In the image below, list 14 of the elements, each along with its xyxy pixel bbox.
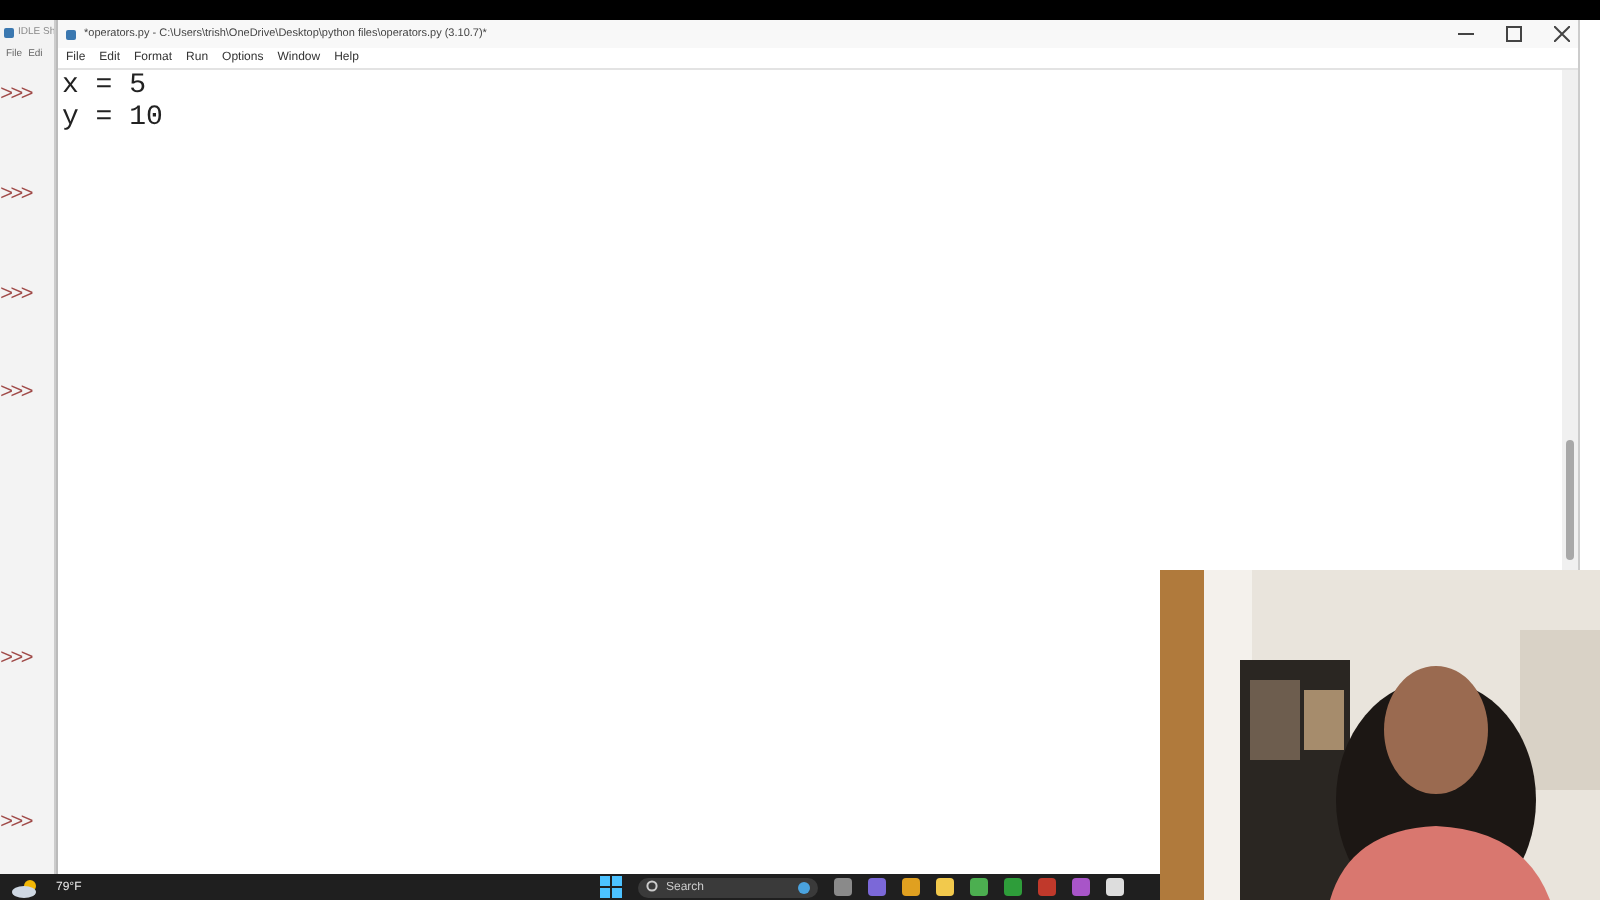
code-line: y = 10 [62, 102, 165, 134]
maximize-icon[interactable] [1506, 26, 1522, 42]
shell-prompt: >>> [0, 84, 34, 108]
shell-prompt: >>> [0, 184, 34, 208]
shell-prompt: >>> [0, 648, 34, 672]
weather-icon [12, 877, 40, 897]
search-icon [646, 880, 660, 894]
shell-prompt: >>> [0, 284, 34, 308]
shell-prompt: >>> [0, 812, 34, 836]
windows-start-icon[interactable] [600, 876, 622, 898]
close-icon[interactable] [1554, 26, 1570, 42]
code-line: x = 5 [62, 70, 149, 102]
scrollbar-thumb[interactable] [1566, 440, 1574, 560]
shell-prompt: >>> [0, 382, 34, 406]
